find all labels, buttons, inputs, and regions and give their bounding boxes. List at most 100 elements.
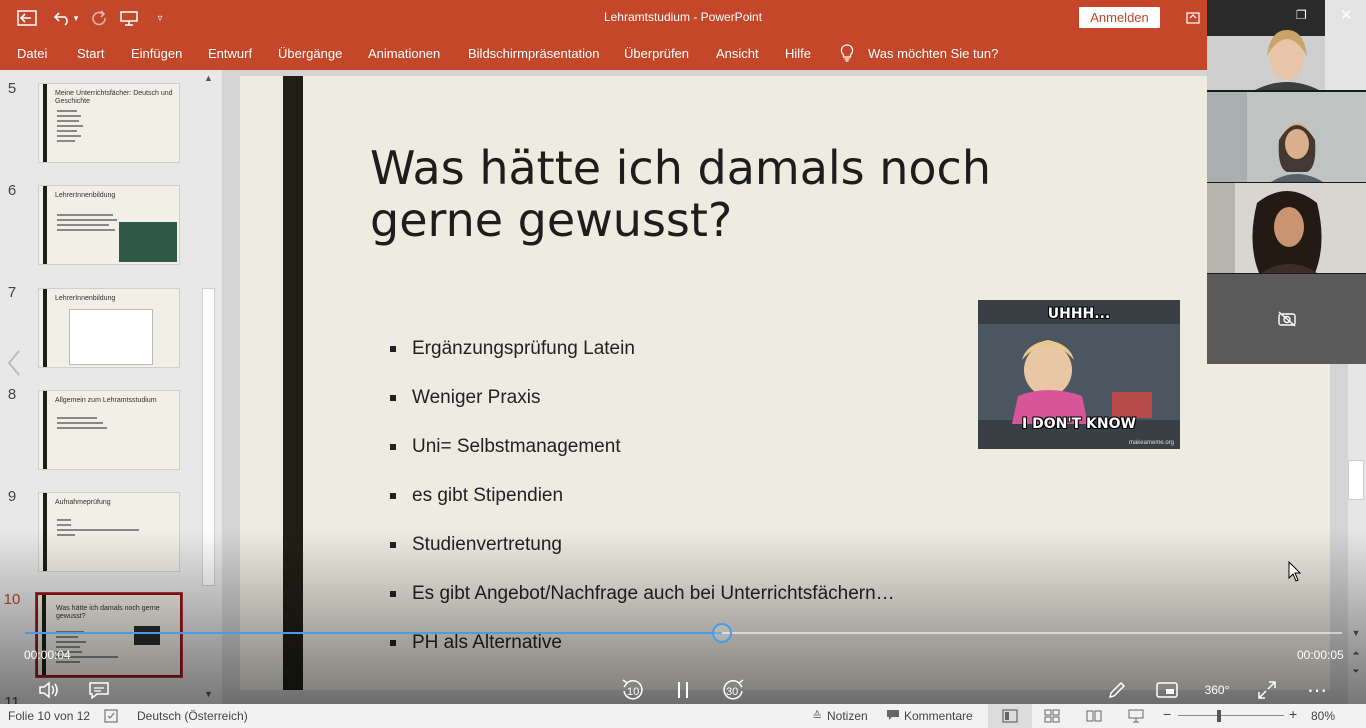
current-slide[interactable]: Was hätte ich damals noch gerne gewusst?…	[240, 76, 1330, 690]
slide-thumbnail-5[interactable]: Meine Unterrichtsfächer: Deutsch und Ges…	[38, 83, 180, 163]
language-indicator[interactable]: Deutsch (Österreich)	[137, 709, 248, 723]
bullet-item: Uni= Selbstmanagement	[386, 436, 895, 485]
slide-thumbnail-10[interactable]: Was hätte ich damals noch gerne gewusst?	[35, 592, 183, 678]
reading-view-icon[interactable]	[1086, 709, 1102, 726]
editor-scrollbar-thumb[interactable]	[1348, 460, 1364, 500]
notes-button[interactable]: Notizen	[827, 709, 868, 723]
tab-animationen[interactable]: Animationen	[368, 46, 440, 61]
normal-view-button[interactable]	[988, 704, 1032, 728]
pause-icon[interactable]	[672, 677, 694, 703]
slide-title[interactable]: Was hätte ich damals noch gerne gewusst?	[370, 142, 1130, 246]
slideshow-icon[interactable]	[1128, 709, 1144, 726]
app-name: PowerPoint	[700, 10, 763, 24]
bullet-item: Ergänzungsprüfung Latein	[386, 338, 895, 387]
tab-ansicht[interactable]: Ansicht	[716, 46, 759, 61]
next-slide-icon[interactable]: ⏷	[1349, 664, 1363, 678]
thumbnail-image	[134, 626, 160, 645]
tab-start[interactable]: Start	[77, 46, 104, 61]
bullet-item: Studienvertretung	[386, 534, 895, 583]
slide-thumbnail-7[interactable]: LehrerInnenbildung	[38, 288, 180, 368]
mini-player-icon[interactable]	[1153, 677, 1181, 703]
spellcheck-icon[interactable]	[104, 709, 118, 726]
restore-window-icon[interactable]: ❐	[1296, 8, 1307, 22]
forward-icon[interactable]: 30	[719, 677, 747, 703]
slide-thumbnail-6[interactable]: LehrerInnenbildung	[38, 185, 180, 265]
zoom-level[interactable]: 80%	[1311, 709, 1335, 723]
tab-einfuegen[interactable]: Einfügen	[131, 46, 182, 61]
thumbnail-title: Allgemein zum Lehramtsstudium	[55, 397, 157, 404]
slide-thumbnail-9[interactable]: Aufnahmeprüfung	[38, 492, 180, 572]
zoom-out-icon[interactable]: −	[1163, 706, 1171, 722]
ribbon-tabs: Datei Start Einfügen Entwurf Übergänge A…	[0, 36, 1366, 70]
thumbnail-title: LehrerInnenbildung	[55, 192, 116, 199]
zoom-slider-handle[interactable]	[1217, 710, 1221, 722]
title-bar: ▾ ▿ Lehramtstudium - PowerPoint Anmelden	[0, 0, 1366, 36]
tell-me-search[interactable]: Was möchten Sie tun?	[868, 46, 998, 61]
scroll-down-icon[interactable]: ▼	[1349, 626, 1363, 640]
tab-uebergaenge[interactable]: Übergänge	[278, 46, 342, 61]
back-icon[interactable]	[14, 6, 40, 30]
slide-sorter-icon[interactable]	[1044, 709, 1060, 726]
volume-icon[interactable]	[36, 677, 62, 703]
rewind-icon[interactable]: 10	[619, 677, 647, 703]
scrollbar-thumb[interactable]	[202, 288, 215, 586]
previous-arrow-icon[interactable]	[4, 348, 24, 378]
seek-handle[interactable]	[711, 623, 732, 643]
thumbnail-number: 8	[7, 386, 17, 403]
slide-accent-bar	[283, 76, 303, 690]
participant-video-off[interactable]	[1207, 274, 1366, 364]
scroll-down-icon[interactable]: ▼	[200, 686, 217, 702]
vr-360-icon[interactable]: 360°	[1200, 677, 1234, 703]
webcam-panel: ❐ ✕	[1207, 0, 1366, 364]
captions-icon[interactable]	[86, 677, 112, 703]
thumbnail-number: 7	[7, 284, 17, 301]
pen-icon[interactable]	[1104, 677, 1130, 703]
meme-bottom-text: I DON'T KNOW	[1022, 416, 1136, 432]
bullet-item: PH als Alternative	[386, 632, 895, 681]
tab-datei[interactable]: Datei	[17, 46, 47, 61]
window-title: Lehramtstudium - PowerPoint	[603, 10, 763, 24]
scroll-up-icon[interactable]: ▲	[200, 70, 217, 86]
bullet-item: Es gibt Angebot/Nachfrage auch bei Unter…	[386, 583, 895, 632]
participant-video-2[interactable]	[1207, 92, 1366, 182]
more-options-icon[interactable]: ⋯	[1304, 677, 1330, 703]
notes-icon[interactable]: ≙	[812, 709, 822, 723]
current-time: 00:00:04	[24, 648, 71, 662]
tab-ueberpruefen[interactable]: Überprüfen	[624, 46, 689, 61]
participant-video-3[interactable]	[1207, 183, 1366, 273]
redo-icon[interactable]	[86, 6, 112, 30]
comments-icon[interactable]	[886, 709, 900, 724]
camera-off-icon	[1277, 311, 1296, 327]
meme-image[interactable]: UHHH... I DON'T KNOW makeameme.org	[978, 300, 1180, 449]
zoom-in-icon[interactable]: +	[1289, 706, 1297, 722]
tab-entwurf[interactable]: Entwurf	[208, 46, 252, 61]
status-bar: Folie 10 von 12 Deutsch (Österreich) ≙ N…	[0, 704, 1366, 728]
thumbnail-title: LehrerInnenbildung	[55, 295, 116, 302]
thumbnail-number: 9	[7, 488, 17, 505]
lightbulb-icon	[840, 44, 854, 65]
thumbnail-number: 5	[7, 80, 17, 97]
thumbnail-title: Meine Unterrichtsfächer: Deutsch und Ges…	[55, 90, 173, 105]
thumbnail-scrollbar[interactable]: ▲ ▼	[200, 70, 217, 704]
presentation-start-icon[interactable]	[116, 6, 142, 30]
remaining-time: 00:00:05	[1297, 648, 1344, 662]
thumbnail-number: 6	[7, 182, 17, 199]
mouse-cursor-icon	[1288, 560, 1302, 588]
previous-slide-icon[interactable]: ⏶	[1349, 646, 1363, 660]
thumbnail-title: Aufnahmeprüfung	[55, 499, 111, 506]
undo-dropdown-icon[interactable]: ▾	[70, 6, 82, 30]
slide-thumbnail-8[interactable]: Allgemein zum Lehramtsstudium	[38, 390, 180, 470]
comments-button[interactable]: Kommentare	[904, 709, 973, 723]
participant-video-1[interactable]: ❐ ✕	[1207, 0, 1366, 90]
customize-toolbar-icon[interactable]: ▿	[147, 6, 173, 30]
signin-button[interactable]: Anmelden	[1079, 7, 1160, 28]
thumbnail-title: Was hätte ich damals noch gerne gewusst?	[56, 605, 160, 620]
slide-bullet-list[interactable]: Ergänzungsprüfung Latein Weniger Praxis …	[386, 338, 895, 681]
tab-hilfe[interactable]: Hilfe	[785, 46, 811, 61]
app-window: ▾ ▿ Lehramtstudium - PowerPoint Anmelden…	[0, 0, 1366, 728]
tab-bildschirmpraesentation[interactable]: Bildschirmpräsentation	[468, 46, 600, 61]
zoom-slider[interactable]	[1178, 715, 1284, 716]
close-window-icon[interactable]: ✕	[1340, 6, 1353, 24]
bullet-item: es gibt Stipendien	[386, 485, 895, 534]
fullscreen-icon[interactable]	[1254, 677, 1280, 703]
